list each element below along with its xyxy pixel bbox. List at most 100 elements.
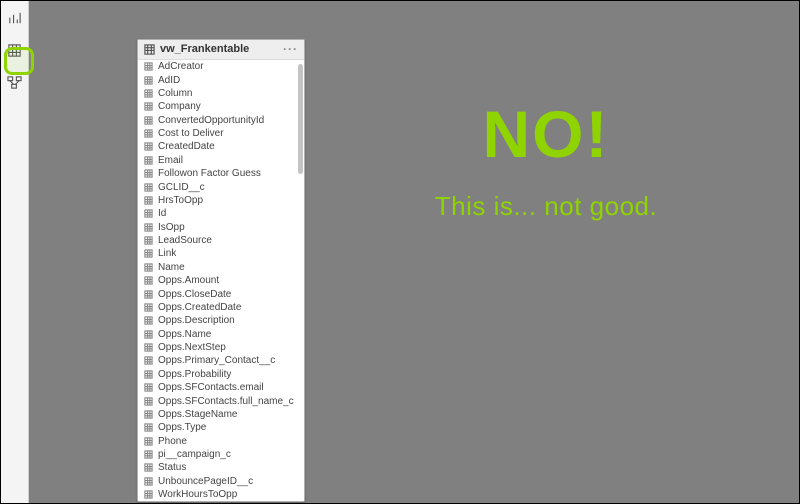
- table-icon: [144, 44, 155, 55]
- field-row[interactable]: Column: [138, 87, 304, 100]
- field-row[interactable]: LeadSource: [138, 234, 304, 247]
- field-icon: [144, 156, 153, 165]
- field-icon: [144, 223, 153, 232]
- field-icon: [144, 477, 153, 486]
- field-row[interactable]: Opps.CreatedDate: [138, 301, 304, 314]
- field-icon: [144, 370, 153, 379]
- field-label: Email: [158, 155, 183, 166]
- field-row[interactable]: Opps.CloseDate: [138, 287, 304, 300]
- field-icon: [144, 316, 153, 325]
- field-label: ConvertedOpportunityId: [158, 115, 264, 126]
- field-label: HrsToOpp: [158, 195, 203, 206]
- field-row[interactable]: HrsToOpp: [138, 194, 304, 207]
- field-row[interactable]: Opps.Description: [138, 314, 304, 327]
- field-icon: [144, 236, 153, 245]
- field-icon: [144, 116, 153, 125]
- field-row[interactable]: Opps.Type: [138, 421, 304, 434]
- field-icon: [144, 410, 153, 419]
- field-label: Link: [158, 248, 176, 259]
- field-icon: [144, 290, 153, 299]
- field-row[interactable]: Opps.SFContacts.email: [138, 381, 304, 394]
- field-label: Followon Factor Guess: [158, 168, 261, 179]
- model-view-icon[interactable]: [4, 71, 26, 93]
- field-icon: [144, 330, 153, 339]
- field-label: WorkHoursToOpp: [158, 489, 237, 500]
- field-label: Opps.StageName: [158, 409, 238, 420]
- field-row[interactable]: UnbouncePageID__c: [138, 475, 304, 488]
- table-menu-button[interactable]: ···: [283, 45, 298, 53]
- field-row[interactable]: Opps.Primary_Contact__c: [138, 354, 304, 367]
- field-label: GCLID__c: [158, 182, 205, 193]
- field-label: Status: [158, 462, 186, 473]
- field-row[interactable]: AdCreator: [138, 60, 304, 73]
- field-label: Company: [158, 101, 201, 112]
- field-row[interactable]: ConvertedOpportunityId: [138, 114, 304, 127]
- field-row[interactable]: AdID: [138, 73, 304, 86]
- field-row[interactable]: Id: [138, 207, 304, 220]
- field-label: Opps.Name: [158, 329, 211, 340]
- field-icon: [144, 183, 153, 192]
- field-icon: [144, 196, 153, 205]
- field-row[interactable]: IsOpp: [138, 221, 304, 234]
- field-row[interactable]: Email: [138, 154, 304, 167]
- field-row[interactable]: Link: [138, 247, 304, 260]
- annotation-subtext: This is... not good.: [341, 191, 751, 222]
- field-label: AdCreator: [158, 61, 204, 72]
- field-label: Cost to Deliver: [158, 128, 224, 139]
- field-row[interactable]: Opps.StageName: [138, 408, 304, 421]
- field-label: Id: [158, 208, 166, 219]
- field-label: Opps.Amount: [158, 275, 219, 286]
- field-icon: [144, 129, 153, 138]
- field-icon: [144, 343, 153, 352]
- field-row[interactable]: CreatedDate: [138, 140, 304, 153]
- field-row[interactable]: WorkHoursToOpp: [138, 488, 304, 501]
- field-icon: [144, 383, 153, 392]
- field-row[interactable]: Cost to Deliver: [138, 127, 304, 140]
- field-icon: [144, 397, 153, 406]
- field-row[interactable]: Opps.Name: [138, 328, 304, 341]
- field-icon: [144, 169, 153, 178]
- field-icon: [144, 209, 153, 218]
- field-label: CreatedDate: [158, 141, 215, 152]
- field-icon: [144, 437, 153, 446]
- field-icon: [144, 263, 153, 272]
- field-label: Opps.CreatedDate: [158, 302, 241, 313]
- field-label: Name: [158, 262, 185, 273]
- field-label: pi__campaign_c: [158, 449, 231, 460]
- field-label: Opps.SFContacts.email: [158, 382, 264, 393]
- field-label: Column: [158, 88, 192, 99]
- field-row[interactable]: Name: [138, 261, 304, 274]
- field-icon: [144, 450, 153, 459]
- field-label: UnbouncePageID__c: [158, 476, 253, 487]
- field-row[interactable]: GCLID__c: [138, 180, 304, 193]
- field-icon: [144, 276, 153, 285]
- vertical-scrollbar[interactable]: [298, 60, 303, 220]
- field-icon: [144, 356, 153, 365]
- field-row[interactable]: Opps.NextStep: [138, 341, 304, 354]
- field-label: Phone: [158, 436, 187, 447]
- field-icon: [144, 89, 153, 98]
- annotation-headline: NO!: [341, 101, 751, 167]
- field-label: AdID: [158, 75, 180, 86]
- table-header[interactable]: vw_Frankentable ···: [138, 40, 304, 60]
- scrollbar-thumb[interactable]: [298, 64, 303, 174]
- field-row[interactable]: Opps.Probability: [138, 368, 304, 381]
- field-row[interactable]: Company: [138, 100, 304, 113]
- field-icon: [144, 490, 153, 499]
- report-view-icon[interactable]: [4, 7, 26, 29]
- field-row[interactable]: Opps.Amount: [138, 274, 304, 287]
- annotation-overlay: NO! This is... not good.: [341, 101, 751, 222]
- model-table-card[interactable]: vw_Frankentable ··· AdCreator AdID Column C…: [137, 39, 305, 502]
- field-label: Opps.Type: [158, 422, 206, 433]
- field-row[interactable]: Status: [138, 461, 304, 474]
- field-row[interactable]: Followon Factor Guess: [138, 167, 304, 180]
- field-label: Opps.NextStep: [158, 342, 226, 353]
- field-row[interactable]: Phone: [138, 435, 304, 448]
- field-label: Opps.Description: [158, 315, 235, 326]
- field-row[interactable]: Opps.SFContacts.full_name_c: [138, 394, 304, 407]
- field-icon: [144, 463, 153, 472]
- field-icon: [144, 76, 153, 85]
- data-view-icon[interactable]: [4, 39, 26, 61]
- field-list: AdCreator AdID Column Company ConvertedOppor…: [138, 60, 304, 501]
- field-row[interactable]: pi__campaign_c: [138, 448, 304, 461]
